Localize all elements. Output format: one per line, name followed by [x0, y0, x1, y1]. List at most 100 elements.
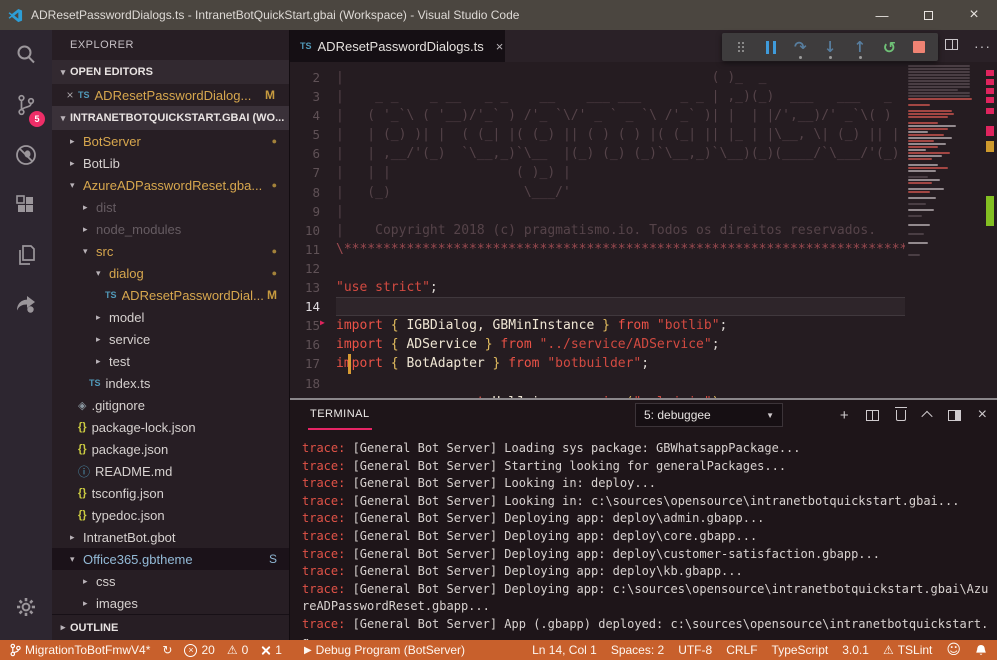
status-eol[interactable]: CRLF: [726, 643, 757, 657]
settings-gear-icon[interactable]: [0, 582, 52, 632]
open-editors-header[interactable]: ▾ OPEN EDITORS: [52, 60, 289, 84]
status-notifications[interactable]: [975, 644, 987, 657]
close-icon[interactable]: ×: [496, 39, 504, 54]
step-out-button[interactable]: ↑: [849, 36, 871, 58]
terminal-line: trace: [General Bot Server] Looking in: …: [302, 475, 995, 493]
status-tasks[interactable]: 1: [260, 643, 282, 657]
terminal-output[interactable]: trace: [General Bot Server] Loading sys …: [290, 430, 997, 640]
code-line-19[interactable]: 19 const UrlJoin = require("url-join");: [290, 393, 997, 398]
code-line-8[interactable]: 8| (_) \___/': [290, 183, 997, 202]
split-editor-icon[interactable]: [945, 37, 958, 55]
tree-item-adresetpassworddial-[interactable]: TSADResetPasswordDial...M: [52, 284, 289, 306]
code-line-16[interactable]: 16import { ADService } from "../service/…: [290, 335, 997, 354]
tree-item-node-modules[interactable]: ▸node_modules: [52, 218, 289, 240]
status-debug-status[interactable]: ▶Debug Program (BotServer): [304, 643, 465, 657]
code-line-14[interactable]: 14: [290, 297, 997, 316]
tree-item-service[interactable]: ▸service: [52, 328, 289, 350]
step-into-button[interactable]: ↓: [819, 36, 841, 58]
code-line-18[interactable]: 18: [290, 374, 997, 393]
status-errors[interactable]: ×20: [184, 643, 214, 657]
code-line-4[interactable]: 4| ( '_`\ ( '__)/'_` ) /'_ `\/' _ ` _ `\…: [290, 106, 997, 125]
tab-adresetpassworddialogs[interactable]: TS ADResetPasswordDialogs.ts ×: [290, 30, 505, 62]
split-terminal-button[interactable]: [866, 410, 879, 421]
status-git-branch[interactable]: MigrationToBotFmwV4*: [10, 643, 150, 657]
tree-item-dist[interactable]: ▸dist: [52, 196, 289, 218]
code-line-7[interactable]: 7| | | ( )_) |: [290, 163, 997, 182]
tree-item-label: images: [96, 596, 138, 611]
tab-terminal[interactable]: TERMINAL: [308, 400, 372, 430]
pause-button[interactable]: [760, 36, 782, 58]
tree-item-label: ADResetPasswordDial...: [122, 288, 264, 303]
tree-item-package-json[interactable]: {}package.json: [52, 438, 289, 460]
tree-item-botserver[interactable]: ▸BotServer●: [52, 130, 289, 152]
new-terminal-button[interactable]: +: [840, 407, 849, 424]
drag-handle[interactable]: [730, 36, 752, 58]
status-feedback[interactable]: ☺: [946, 642, 961, 658]
close-icon[interactable]: ×: [62, 88, 78, 102]
tree-item-office365-gbtheme[interactable]: ▾Office365.gbthemeS: [52, 548, 289, 570]
terminal-select[interactable]: 5: debuggee ▼: [635, 403, 783, 427]
code-line-3[interactable]: 3| _ _ _ __ _ _ __ ___ ___ _ _ | ,_)(_) …: [290, 87, 997, 106]
tree-item-intranetbot-gbot[interactable]: ▸IntranetBot.gbot: [52, 526, 289, 548]
tree-item-dialog[interactable]: ▾dialog●: [52, 262, 289, 284]
code-line-5[interactable]: 5| | (_) )| | ( (_| |( (_) || ( ) ( ) |(…: [290, 125, 997, 144]
status-version[interactable]: 3.0.1: [842, 643, 869, 657]
tree-item-model[interactable]: ▸model: [52, 306, 289, 328]
tree-item-src[interactable]: ▾src●: [52, 240, 289, 262]
tree-item-typedoc-json[interactable]: {}typedoc.json: [52, 504, 289, 526]
code-line-10[interactable]: 10| Copyright 2018 (c) pragmatismo.io. T…: [290, 221, 997, 240]
outline-header[interactable]: ▸ OUTLINE: [52, 614, 289, 640]
tree-item-index-ts[interactable]: TSindex.ts: [52, 372, 289, 394]
code-line-15[interactable]: 15▶import { IGBDialog, GBMinInstance } f…: [290, 316, 997, 335]
minimize-button[interactable]: —: [859, 0, 905, 30]
status-sync[interactable]: ↻: [162, 643, 172, 657]
minimap[interactable]: [905, 62, 983, 398]
files-icon[interactable]: [0, 230, 52, 280]
tree-item-label: typedoc.json: [92, 508, 165, 523]
open-editor-item[interactable]: × TS ADResetPasswordDialog... M: [52, 84, 289, 106]
step-over-button[interactable]: ↷: [789, 36, 811, 58]
stop-button[interactable]: [908, 36, 930, 58]
code-line-12[interactable]: 12: [290, 259, 997, 278]
tree-item-images[interactable]: ▸images: [52, 592, 289, 614]
status-language-mode[interactable]: TypeScript: [772, 643, 829, 657]
debug-icon[interactable]: [0, 130, 52, 180]
code-line-6[interactable]: 6| | ,__/'(_) `\__,_)`\__ |(_) (_) (_)`\…: [290, 144, 997, 163]
tree-item-css[interactable]: ▸css: [52, 570, 289, 592]
tree-item--gitignore[interactable]: ◈.gitignore: [52, 394, 289, 416]
status-cursor-position[interactable]: Ln 14, Col 1: [532, 643, 597, 657]
code-line-13[interactable]: 13"use strict";: [290, 278, 997, 297]
extensions-icon[interactable]: [0, 180, 52, 230]
tree-item-botlib[interactable]: ▸BotLib: [52, 152, 289, 174]
toggle-panel-position-button[interactable]: [948, 410, 961, 421]
tree-item-label: service: [109, 332, 150, 347]
status-warnings[interactable]: ⚠0: [227, 643, 248, 657]
status-tslint[interactable]: ⚠TSLint: [883, 643, 932, 657]
close-button[interactable]: ×: [951, 0, 997, 30]
tree-item-tsconfig-json[interactable]: {}tsconfig.json: [52, 482, 289, 504]
code-line-17[interactable]: 17import { BotAdapter } from "botbuilder…: [290, 354, 997, 373]
maximize-panel-button[interactable]: [923, 411, 931, 419]
maximize-button[interactable]: [905, 0, 951, 30]
more-actions-icon[interactable]: ···: [974, 38, 991, 54]
tree-item-readme-md[interactable]: ⓘREADME.md: [52, 460, 289, 482]
restart-button[interactable]: ↺: [879, 36, 901, 58]
code-line-9[interactable]: 9|: [290, 202, 997, 221]
source-control-icon[interactable]: 5: [0, 80, 52, 130]
workspace-header[interactable]: ▾ INTRANETBOTQUICKSTART.GBAI (WO...: [52, 106, 289, 130]
kill-terminal-button[interactable]: [896, 410, 906, 421]
tree-item-test[interactable]: ▸test: [52, 350, 289, 372]
tree-item-azureadpasswordreset-gba-[interactable]: ▾AzureADPasswordReset.gba...●: [52, 174, 289, 196]
search-icon[interactable]: [0, 30, 52, 80]
share-icon[interactable]: [0, 280, 52, 330]
code-line-2[interactable]: 2| ( )_ _: [290, 68, 997, 87]
overview-ruler[interactable]: [983, 62, 997, 398]
tree-item-package-lock-json[interactable]: {}package-lock.json: [52, 416, 289, 438]
debug-marker-icon[interactable]: ▶: [320, 313, 325, 332]
code-editor[interactable]: 2| ( )_ _3| _ _ _ __ _ _ __ ___ ___ _ _ …: [290, 62, 997, 398]
status-encoding[interactable]: UTF-8: [678, 643, 712, 657]
code-line-11[interactable]: 11\*************************************…: [290, 240, 997, 259]
terminal-line: trace: [General Bot Server] Looking in: …: [302, 493, 995, 511]
close-panel-button[interactable]: ×: [978, 406, 987, 424]
status-indentation[interactable]: Spaces: 2: [611, 643, 664, 657]
